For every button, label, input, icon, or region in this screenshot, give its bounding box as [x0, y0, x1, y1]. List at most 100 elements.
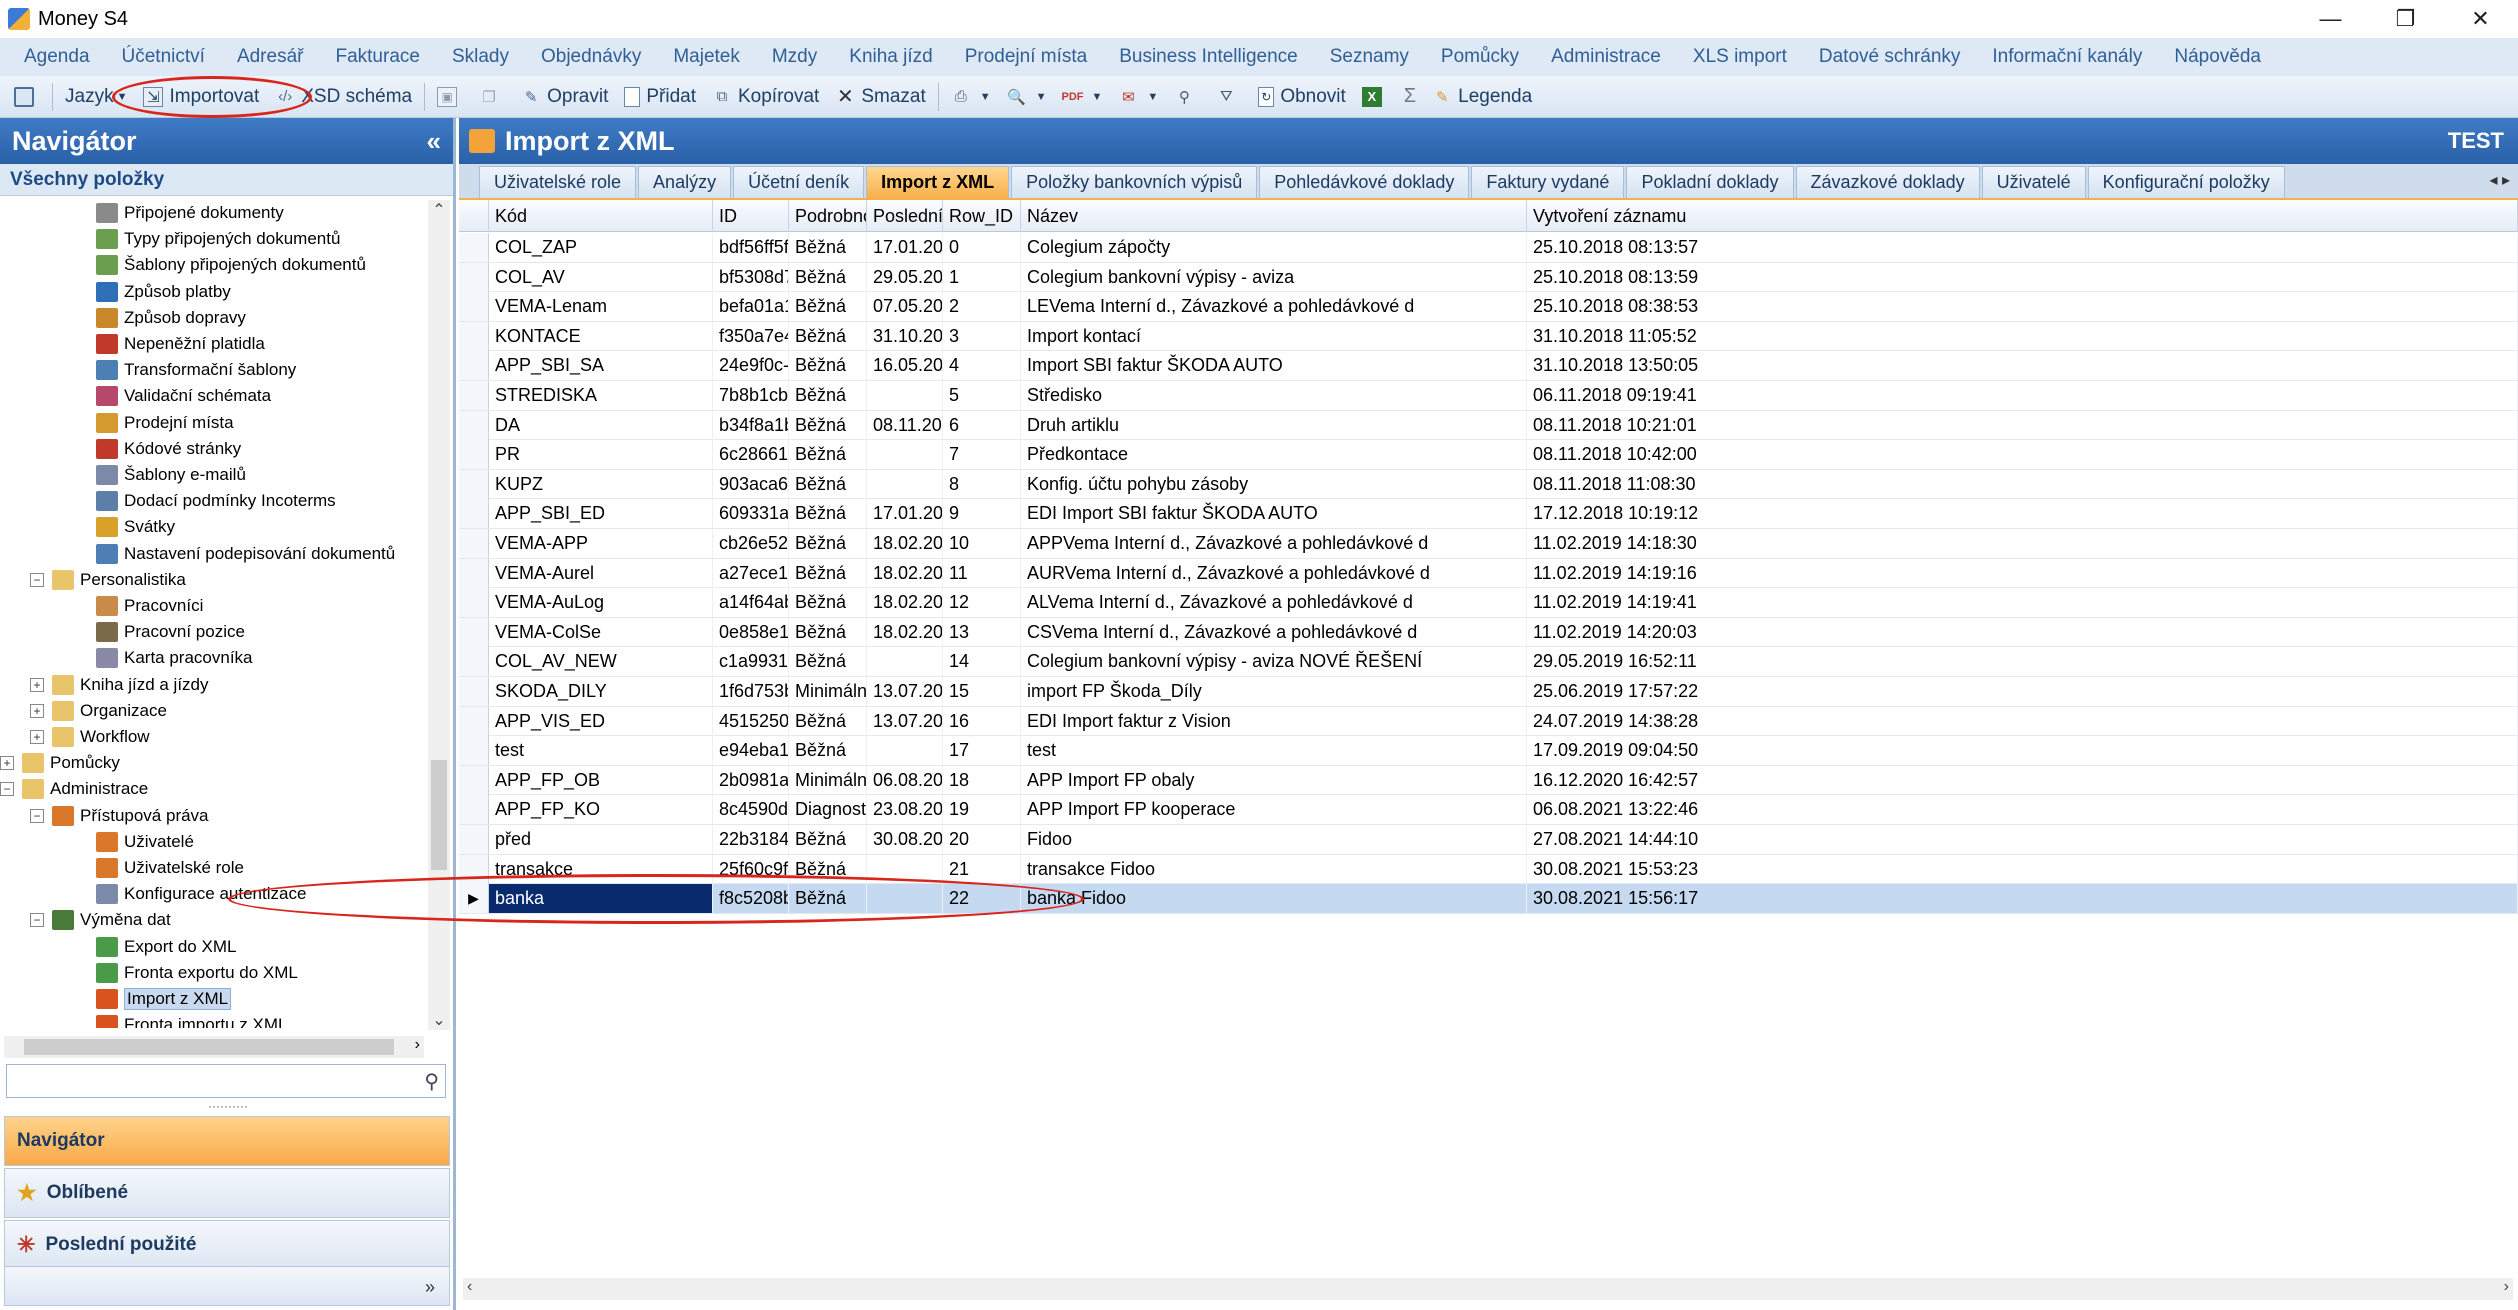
scroll-down-icon[interactable]: ⌄	[428, 1010, 450, 1030]
table-cell[interactable]: 17.12.2018 10:19:12	[1527, 499, 2518, 529]
table-row[interactable]: VEMA-AuLoga14f64ab-2d...Běžná18.02.2019 …	[459, 588, 2518, 618]
table-cell[interactable]: 12	[943, 588, 1021, 618]
table-cell[interactable]: EDI Import faktur z Vision	[1021, 706, 1527, 736]
row-indicator[interactable]	[459, 440, 489, 470]
table-cell[interactable]: Běžná	[789, 647, 867, 677]
table-cell[interactable]: LEVema Interní d., Závazkové a pohledávk…	[1021, 292, 1527, 322]
scrollbar-thumb[interactable]	[431, 760, 447, 870]
menu-item[interactable]: Seznamy	[1314, 46, 1425, 68]
table-row[interactable]: COL_AV_NEWc1a99313-6b...Běžná 14Colegium …	[459, 647, 2518, 677]
table-cell[interactable]	[867, 381, 943, 410]
tree-item[interactable]: Transformační šablony	[96, 357, 296, 383]
recent-button[interactable]: ✳ Poslední použité	[4, 1220, 450, 1270]
tab[interactable]: Účetní deník	[733, 166, 865, 198]
collapse-icon[interactable]: −	[30, 913, 44, 928]
menu-item[interactable]: Objednávky	[525, 46, 657, 68]
table-cell[interactable]: VEMA-ColSe	[489, 617, 713, 647]
table-cell[interactable]: Běžná	[789, 706, 867, 736]
excel-button[interactable]: X	[1354, 79, 1396, 115]
row-indicator[interactable]	[459, 647, 489, 677]
table-row[interactable]: APP_SBI_SA24e9f0c-95...Běžná16.05.2019 0…	[459, 351, 2518, 381]
table-cell[interactable]: Běžná	[789, 529, 867, 558]
expand-icon[interactable]: +	[0, 756, 14, 771]
table-cell[interactable]: 17	[943, 736, 1021, 766]
table-cell[interactable]: e94eba16-80...	[713, 736, 789, 766]
row-indicator[interactable]	[459, 854, 489, 884]
table-cell[interactable]: 8c4590d8-88...	[713, 795, 789, 825]
table-cell[interactable]: 11.02.2019 14:19:41	[1527, 588, 2518, 618]
table-cell[interactable]: 19	[943, 795, 1021, 825]
table-cell[interactable]: APP Import FP kooperace	[1021, 795, 1527, 825]
tree-item[interactable]: − Administrace	[0, 776, 148, 802]
table-cell[interactable]: 1f6d753b-c0...	[713, 677, 789, 706]
table-cell[interactable]: Import SBI faktur ŠKODA AUTO	[1021, 351, 1527, 381]
table-cell[interactable]: 2b0981af-0e...	[713, 765, 789, 795]
tree-item[interactable]: Připojené dokumenty	[96, 200, 284, 226]
table-cell[interactable]: STREDISKA	[489, 381, 713, 410]
table-cell[interactable]: Druh artiklu	[1021, 410, 1527, 440]
table-cell[interactable]: COL_AV	[489, 262, 713, 292]
table-cell[interactable]: Středisko	[1021, 381, 1527, 410]
table-cell[interactable]: Colegium bankovní výpisy - aviza NOVÉ ŘE…	[1021, 647, 1527, 677]
table-cell[interactable]: 13.07.2021 1...	[867, 677, 943, 706]
row-indicator[interactable]	[459, 765, 489, 795]
tab[interactable]: Uživatelé	[1981, 166, 2086, 198]
menu-item[interactable]: Sklady	[436, 46, 525, 68]
table-row[interactable]: DAb34f8a1b-be...Běžná08.11.2018 1...6Dru…	[459, 410, 2518, 441]
table-cell[interactable]: ALVema Interní d., Závazkové a pohledávk…	[1021, 588, 1527, 618]
language-dropdown[interactable]: Jazyk ▼	[57, 79, 135, 115]
tree-item[interactable]: Nepeněžní platidla	[96, 331, 265, 357]
table-cell[interactable]: 25.06.2019 17:57:22	[1527, 677, 2518, 706]
grid-horizontal-scrollbar[interactable]: ‹ ›	[463, 1278, 2513, 1300]
table-cell[interactable]: 25.10.2018 08:13:59	[1527, 262, 2518, 292]
table-row[interactable]: ▶bankaf8c5208b-11...Běžná 22banka Fidoo30…	[459, 884, 2518, 914]
tab[interactable]: Analýzy	[638, 166, 732, 198]
save-button[interactable]: ▣	[429, 79, 471, 115]
print-dropdown[interactable]: ⎙ ▼	[943, 79, 999, 115]
table-cell[interactable]: 06.08.2021 13:22:46	[1527, 795, 2518, 825]
table-cell[interactable]: DA	[489, 410, 713, 440]
tree-item[interactable]: + Pomůcky	[0, 750, 120, 776]
table-cell[interactable]: Fidoo	[1021, 825, 1527, 854]
copy-disabled-button[interactable]: ❐	[471, 79, 513, 115]
tree-item[interactable]: Export do XML	[96, 934, 236, 960]
table-cell[interactable]: 18.02.2019 1...	[867, 588, 943, 618]
tree-item[interactable]: Import z XML	[96, 986, 232, 1012]
menu-item[interactable]: Kniha jízd	[833, 46, 948, 68]
table-cell[interactable]: Běžná	[789, 381, 867, 410]
table-cell[interactable]: Minimální	[789, 677, 867, 706]
table-cell[interactable]: 0e858e16-2b...	[713, 617, 789, 647]
sum-button[interactable]: Σ	[1396, 79, 1424, 115]
table-cell[interactable]: banka Fidoo	[1021, 884, 1527, 914]
column-header[interactable]: Kód	[489, 200, 713, 232]
tab-scroll-arrows[interactable]: ◂ ▸	[2489, 170, 2510, 190]
table-cell[interactable]: 11.02.2019 14:19:16	[1527, 558, 2518, 588]
table-cell[interactable]: 25.10.2018 08:38:53	[1527, 292, 2518, 322]
table-cell[interactable]: test	[1021, 736, 1527, 766]
table-cell[interactable]: 7	[943, 440, 1021, 470]
row-indicator[interactable]	[459, 677, 489, 706]
table-cell[interactable]: 15	[943, 677, 1021, 706]
table-cell[interactable]: APPVema Interní d., Závazkové a pohledáv…	[1021, 529, 1527, 558]
table-cell[interactable]: 23.08.2021 1...	[867, 795, 943, 825]
row-indicator[interactable]	[459, 381, 489, 410]
table-cell[interactable]: bdf56ff5f275...	[713, 233, 789, 262]
tab[interactable]: Faktury vydané	[1471, 166, 1625, 198]
table-cell[interactable]: 08.11.2018 10:42:00	[1527, 440, 2518, 470]
table-cell[interactable]: a27ece1b-24...	[713, 558, 789, 588]
column-header[interactable]: Název	[1021, 200, 1527, 232]
close-button[interactable]: ✕	[2443, 0, 2518, 38]
table-cell[interactable]: 25.10.2018 08:13:57	[1527, 233, 2518, 262]
favorites-button[interactable]: ★ Oblíbené	[4, 1168, 450, 1218]
table-cell[interactable]: Běžná	[789, 588, 867, 618]
row-indicator[interactable]	[459, 351, 489, 381]
menu-item[interactable]: Prodejní místa	[949, 46, 1104, 68]
table-cell[interactable]: 3	[943, 321, 1021, 351]
table-cell[interactable]: Běžná	[789, 617, 867, 647]
minimize-button[interactable]: —	[2293, 0, 2368, 38]
column-header[interactable]: Row_ID	[943, 200, 1021, 232]
tree-item[interactable]: − Výměna dat	[30, 907, 171, 933]
table-cell[interactable]: Běžná	[789, 233, 867, 262]
table-cell[interactable]	[867, 647, 943, 677]
column-header[interactable]: Poslední z...	[867, 200, 943, 232]
